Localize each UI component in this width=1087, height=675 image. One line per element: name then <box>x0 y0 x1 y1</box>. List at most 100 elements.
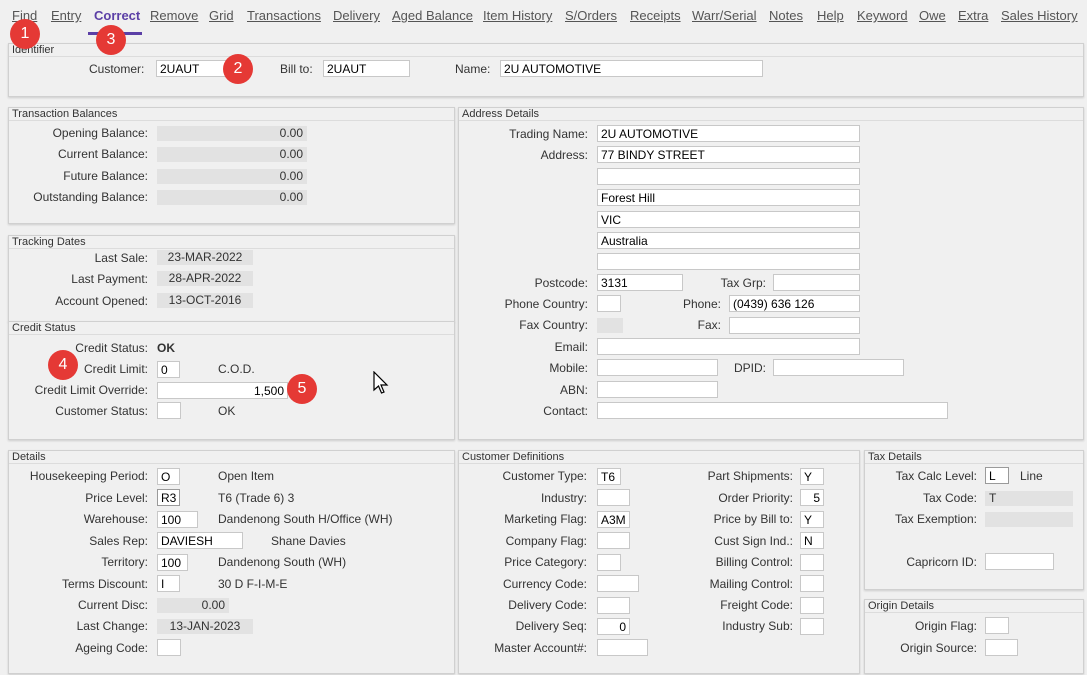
tax-grp-label: Tax Grp: <box>720 276 766 290</box>
postcode-label: Postcode: <box>534 276 588 290</box>
industry-input[interactable] <box>597 489 630 506</box>
menu-warr-serial[interactable]: Warr/Serial <box>692 8 757 23</box>
menu-owe[interactable]: Owe <box>919 8 946 23</box>
housekeeping-period-input[interactable]: O <box>157 468 180 485</box>
menu-sales-history[interactable]: Sales History <box>1001 8 1078 23</box>
marketing-flag-input[interactable]: A3M <box>597 511 630 528</box>
last-sale-value: 23-MAR-2022 <box>157 250 253 265</box>
last-change-label: Last Change: <box>76 619 148 633</box>
tax-grp-input[interactable] <box>773 274 860 291</box>
contact-input[interactable] <box>597 402 948 419</box>
terms-discount-input[interactable]: I <box>157 575 180 592</box>
menu-delivery[interactable]: Delivery <box>333 8 380 23</box>
phone-input[interactable]: (0439) 636 126 <box>729 295 860 312</box>
part-shipments-label: Part Shipments: <box>707 469 793 483</box>
menu-s-orders[interactable]: S/Orders <box>565 8 617 23</box>
ageing-code-input[interactable] <box>157 639 181 656</box>
menu-help[interactable]: Help <box>817 8 844 23</box>
address-line-3[interactable]: Forest Hill <box>597 189 860 206</box>
menu-transactions[interactable]: Transactions <box>247 8 321 23</box>
panel-divider <box>865 612 1083 613</box>
industry-sub-input[interactable] <box>800 618 824 635</box>
trading-name-input[interactable]: 2U AUTOMOTIVE <box>597 125 860 142</box>
billing-control-input[interactable] <box>800 554 824 571</box>
customer-status-input[interactable] <box>157 402 181 419</box>
terms-discount-label: Terms Discount: <box>61 577 148 591</box>
credit-limit-label: Credit Limit: <box>83 362 148 376</box>
menu-aged-balance[interactable]: Aged Balance <box>392 8 473 23</box>
panel-divider <box>9 120 454 121</box>
credit-limit-input[interactable]: 0 <box>157 361 180 378</box>
address-line-1[interactable]: 77 BINDY STREET <box>597 146 860 163</box>
part-shipments-input[interactable]: Y <box>800 468 824 485</box>
cust-sign-ind-label: Cust Sign Ind.: <box>714 534 793 548</box>
mailing-control-input[interactable] <box>800 575 824 592</box>
opening-balance-value: 0.00 <box>157 126 307 141</box>
housekeeping-period-label: Housekeeping Period: <box>29 469 148 483</box>
phone-country-input[interactable] <box>597 295 621 312</box>
future-balance-value: 0.00 <box>157 169 307 184</box>
industry-label: Industry: <box>540 491 587 505</box>
customer-status-desc: OK <box>218 404 236 418</box>
account-opened-label: Account Opened: <box>55 294 148 308</box>
master-account-input[interactable] <box>597 639 648 656</box>
fax-input[interactable] <box>729 317 860 334</box>
menu-entry[interactable]: Entry <box>51 8 81 23</box>
freight-code-label: Freight Code: <box>720 598 793 612</box>
order-priority-input[interactable]: 5 <box>800 489 824 506</box>
panel-divider <box>9 56 1083 57</box>
origin-flag-input[interactable] <box>985 617 1009 634</box>
menu-keyword[interactable]: Keyword <box>857 8 908 23</box>
company-flag-input[interactable] <box>597 532 630 549</box>
origin-source-label: Origin Source: <box>900 641 977 655</box>
price-by-billto-input[interactable]: Y <box>800 511 824 528</box>
origin-details-panel: Origin Details Origin Flag: Origin Sourc… <box>864 599 1084 674</box>
menu-receipts[interactable]: Receipts <box>630 8 681 23</box>
ageing-code-label: Ageing Code: <box>75 641 148 655</box>
tax-calc-level-input[interactable]: L <box>985 467 1009 484</box>
territory-input[interactable]: 100 <box>157 554 188 571</box>
details-panel: Details Housekeeping Period: O Open Item… <box>8 450 455 674</box>
menu-correct[interactable]: Correct <box>94 8 140 23</box>
account-opened-value: 13-OCT-2016 <box>157 293 253 308</box>
phone-country-label: Phone Country: <box>504 297 588 311</box>
origin-source-input[interactable] <box>985 639 1018 656</box>
sales-rep-desc: Shane Davies <box>271 534 346 548</box>
customer-type-input[interactable]: T6 <box>597 468 621 485</box>
price-category-input[interactable] <box>597 554 621 571</box>
address-line-6[interactable] <box>597 253 860 270</box>
delivery-code-input[interactable] <box>597 597 630 614</box>
postcode-input[interactable]: 3131 <box>597 274 683 291</box>
menu-extra[interactable]: Extra <box>958 8 988 23</box>
freight-code-input[interactable] <box>800 597 824 614</box>
credit-limit-override-input[interactable]: 1,500 <box>157 382 288 399</box>
price-level-input[interactable]: R3 <box>157 489 180 506</box>
mobile-input[interactable] <box>597 359 718 376</box>
menu-bar: Find Entry Correct Remove Grid Transacti… <box>0 0 1087 36</box>
name-input[interactable]: 2U AUTOMOTIVE <box>500 60 763 77</box>
credit-status-label: Credit Status: <box>75 341 148 355</box>
tax-details-panel: Tax Details Tax Calc Level: L Line Tax C… <box>864 450 1084 590</box>
sales-rep-input[interactable]: DAVIESH <box>157 532 243 549</box>
panel-divider <box>9 248 454 249</box>
currency-code-input[interactable] <box>597 575 639 592</box>
menu-notes[interactable]: Notes <box>769 8 803 23</box>
dpid-input[interactable] <box>773 359 904 376</box>
billto-input[interactable]: 2UAUT <box>323 60 410 77</box>
identifier-panel: Identifier Customer: 2UAUT Bill to: 2UAU… <box>8 43 1084 97</box>
address-line-4[interactable]: VIC <box>597 211 860 228</box>
warehouse-input[interactable]: 100 <box>157 511 198 528</box>
menu-grid[interactable]: Grid <box>209 8 234 23</box>
delivery-seq-input[interactable]: 0 <box>597 618 630 635</box>
tracking-dates-panel: Tracking Dates Last Sale: 23-MAR-2022 La… <box>8 235 455 322</box>
capricorn-id-input[interactable] <box>985 553 1054 570</box>
cust-sign-ind-input[interactable]: N <box>800 532 824 549</box>
email-input[interactable] <box>597 338 860 355</box>
details-title: Details <box>12 451 46 463</box>
address-line-2[interactable] <box>597 168 860 185</box>
abn-input[interactable] <box>597 381 718 398</box>
menu-remove[interactable]: Remove <box>150 8 198 23</box>
panel-divider <box>9 334 454 335</box>
address-line-5[interactable]: Australia <box>597 232 860 249</box>
menu-item-history[interactable]: Item History <box>483 8 552 23</box>
